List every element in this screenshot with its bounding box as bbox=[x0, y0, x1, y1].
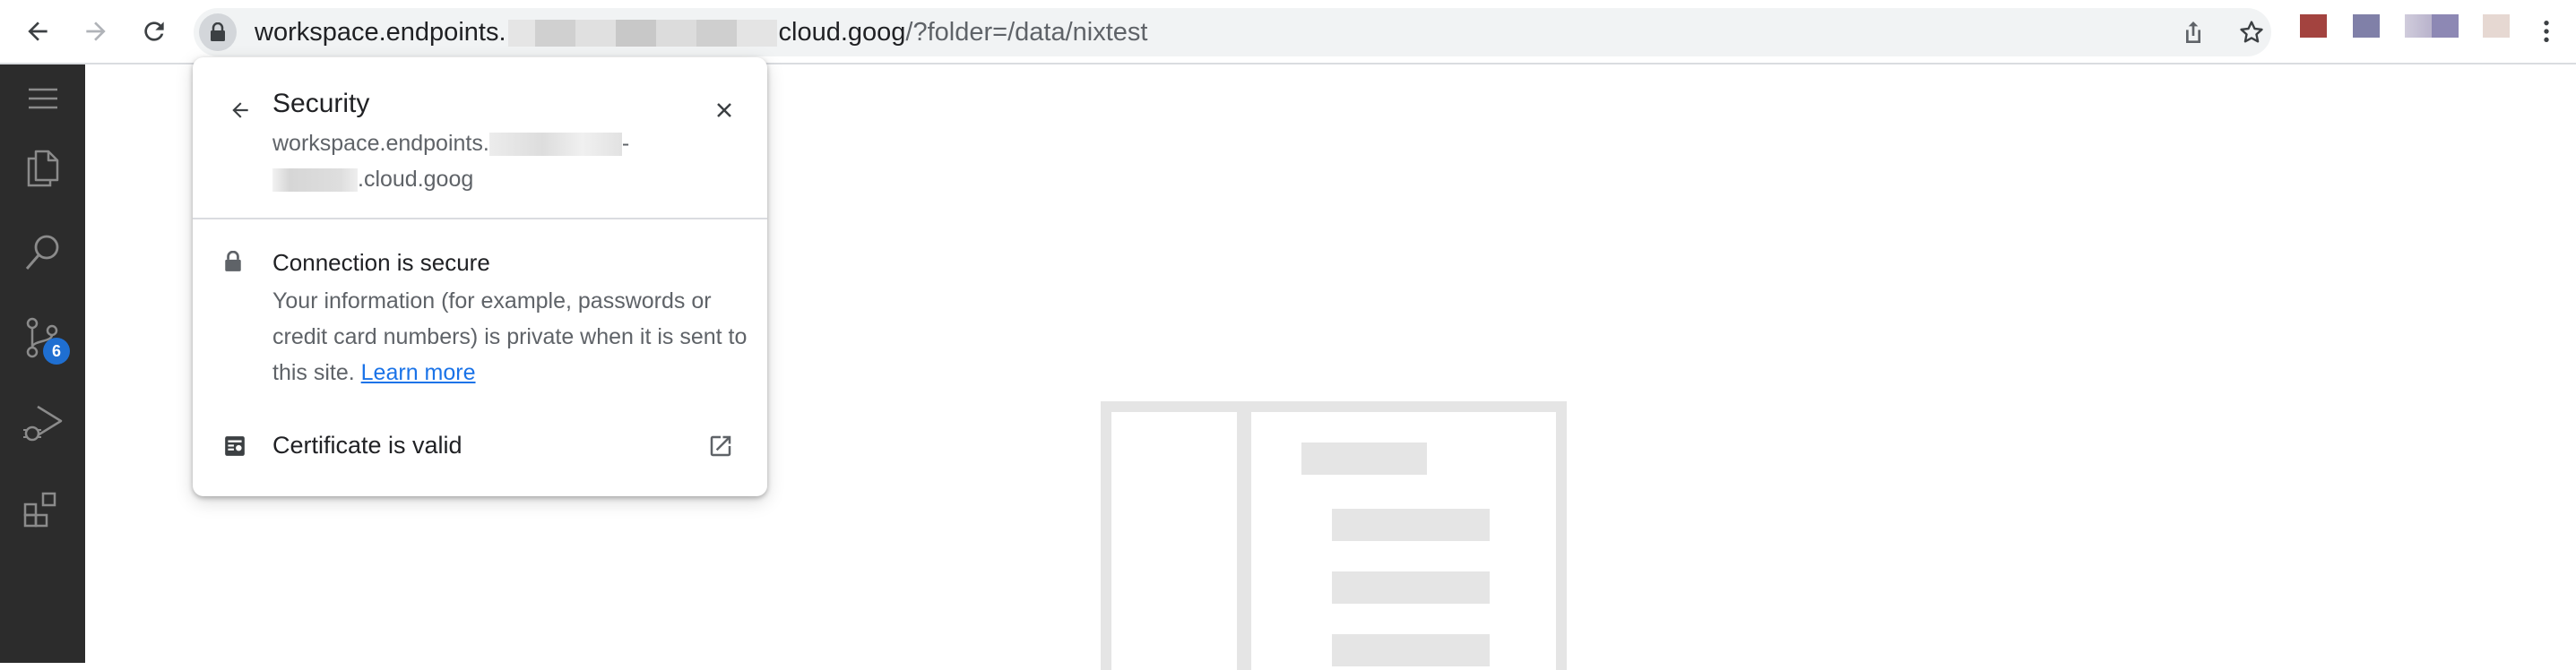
url-text[interactable]: workspace.endpoints. cloud.goog/?folder=/… bbox=[255, 8, 1147, 56]
star-icon[interactable] bbox=[2237, 18, 2266, 47]
popup-domain: workspace.endpoints. - .cloud.goog bbox=[272, 125, 703, 197]
extensions-button[interactable] bbox=[0, 472, 85, 544]
certificate-icon bbox=[225, 436, 245, 456]
back-icon bbox=[28, 21, 48, 41]
extensions-icon bbox=[23, 492, 56, 528]
site-info-button[interactable] bbox=[199, 13, 237, 51]
connection-status: Connection is secure bbox=[272, 249, 490, 276]
source-control-button[interactable]: 6 bbox=[0, 302, 85, 374]
document-placeholder-icon bbox=[1101, 401, 1567, 670]
browser-toolbar: workspace.endpoints. cloud.goog/?folder=/… bbox=[0, 0, 2576, 64]
activity-bar: 6 bbox=[0, 64, 85, 663]
arrow-back-icon bbox=[232, 102, 248, 118]
lock-icon bbox=[225, 251, 241, 271]
certificate-link[interactable]: Certificate is valid bbox=[272, 432, 462, 460]
more-vert-icon bbox=[2544, 21, 2549, 42]
lock-icon bbox=[211, 22, 225, 41]
run-debug-button[interactable] bbox=[0, 387, 85, 459]
share-icon[interactable] bbox=[2179, 18, 2208, 47]
forward-button[interactable] bbox=[75, 11, 117, 52]
url-host-start: workspace.endpoints. bbox=[255, 18, 506, 47]
address-bar[interactable]: workspace.endpoints. cloud.goog/?folder=/… bbox=[194, 8, 2271, 56]
connection-description: Your information (for example, passwords… bbox=[272, 283, 748, 391]
menu-icon bbox=[28, 88, 57, 109]
learn-more-link[interactable]: Learn more bbox=[361, 360, 476, 385]
extension-icon[interactable] bbox=[2405, 14, 2459, 38]
run-debug-icon bbox=[22, 405, 62, 442]
search-button[interactable] bbox=[0, 217, 85, 288]
redacted-text bbox=[272, 168, 358, 193]
browser-menu-button[interactable] bbox=[2526, 11, 2567, 52]
popup-divider bbox=[193, 218, 767, 219]
url-path: /?folder=/data/nixtest bbox=[905, 18, 1148, 47]
reload-button[interactable] bbox=[134, 11, 175, 52]
menu-button[interactable] bbox=[0, 72, 85, 125]
profile-avatar[interactable] bbox=[2483, 14, 2510, 38]
reload-icon bbox=[144, 21, 164, 41]
open-in-new-icon[interactable] bbox=[707, 433, 734, 460]
domain-end: .cloud.goog bbox=[358, 167, 474, 192]
forward-icon bbox=[86, 21, 106, 41]
connection-desc-text: Your information (for example, passwords… bbox=[272, 288, 748, 385]
back-button[interactable] bbox=[17, 11, 58, 52]
security-popup: Security workspace.endpoints. - .cloud.goo… bbox=[193, 57, 767, 496]
source-control-badge: 6 bbox=[43, 338, 70, 365]
redacted-text bbox=[488, 133, 622, 157]
url-host-end: cloud.goog bbox=[778, 18, 906, 47]
extension-icon[interactable] bbox=[2353, 14, 2380, 38]
explorer-button[interactable] bbox=[0, 132, 85, 203]
domain-start: workspace.endpoints. bbox=[272, 131, 489, 156]
extension-icon[interactable] bbox=[2300, 14, 2327, 38]
popup-back-button[interactable] bbox=[220, 90, 261, 131]
close-icon bbox=[717, 103, 731, 117]
popup-title: Security bbox=[272, 89, 370, 118]
search-icon bbox=[25, 235, 58, 270]
explorer-icon bbox=[27, 150, 58, 187]
redacted-text bbox=[507, 20, 777, 47]
popup-close-button[interactable] bbox=[704, 90, 745, 131]
domain-mid: - bbox=[621, 131, 630, 156]
